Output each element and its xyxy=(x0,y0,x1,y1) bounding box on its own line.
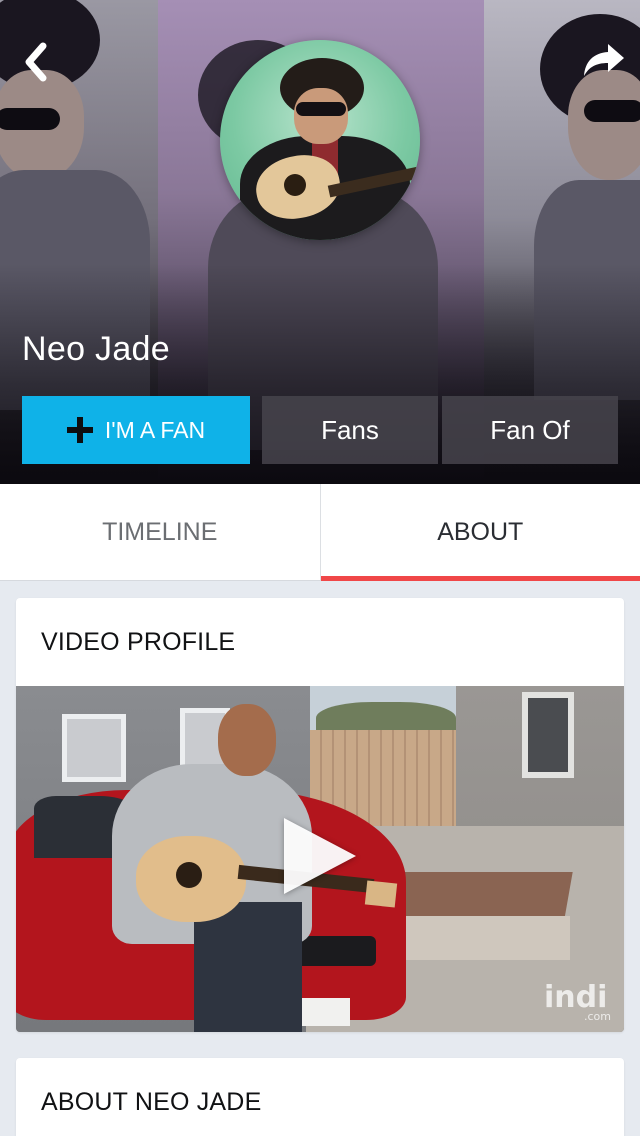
plus-icon xyxy=(66,417,93,443)
tab-timeline-label: TIMELINE xyxy=(102,517,218,546)
watermark-subtext: .com xyxy=(584,1010,611,1023)
video-profile-card: VIDEO PROFILE indi .com xyxy=(16,598,624,1032)
tab-about[interactable]: ABOUT xyxy=(320,484,640,581)
im-a-fan-button[interactable]: I'M A FAN xyxy=(22,396,250,464)
artist-avatar[interactable] xyxy=(220,40,420,240)
fan-of-button[interactable]: Fan Of xyxy=(442,396,618,464)
about-artist-card: ABOUT NEO JADE xyxy=(16,1058,624,1136)
artist-name: Neo Jade xyxy=(22,330,170,368)
video-profile-title: VIDEO PROFILE xyxy=(41,627,236,656)
tab-timeline[interactable]: TIMELINE xyxy=(0,484,321,580)
play-icon[interactable] xyxy=(284,818,356,894)
im-a-fan-label: I'M A FAN xyxy=(104,416,206,443)
share-button[interactable] xyxy=(578,34,630,86)
share-arrow-icon xyxy=(584,44,624,76)
fans-button[interactable]: Fans xyxy=(262,396,438,464)
video-player[interactable]: indi .com xyxy=(16,686,624,1032)
fans-label: Fans xyxy=(321,414,379,445)
indi-watermark: indi .com xyxy=(544,980,616,1023)
profile-hero: Neo Jade I'M A FAN Fans Fan Of xyxy=(0,0,640,484)
back-button[interactable] xyxy=(10,36,62,88)
profile-tabs: TIMELINE ABOUT xyxy=(0,484,640,581)
fan-of-label: Fan Of xyxy=(490,414,570,445)
active-tab-indicator xyxy=(320,576,640,581)
tab-about-label: ABOUT xyxy=(437,517,524,546)
about-artist-title: ABOUT NEO JADE xyxy=(41,1087,262,1116)
chevron-left-icon xyxy=(25,42,47,82)
